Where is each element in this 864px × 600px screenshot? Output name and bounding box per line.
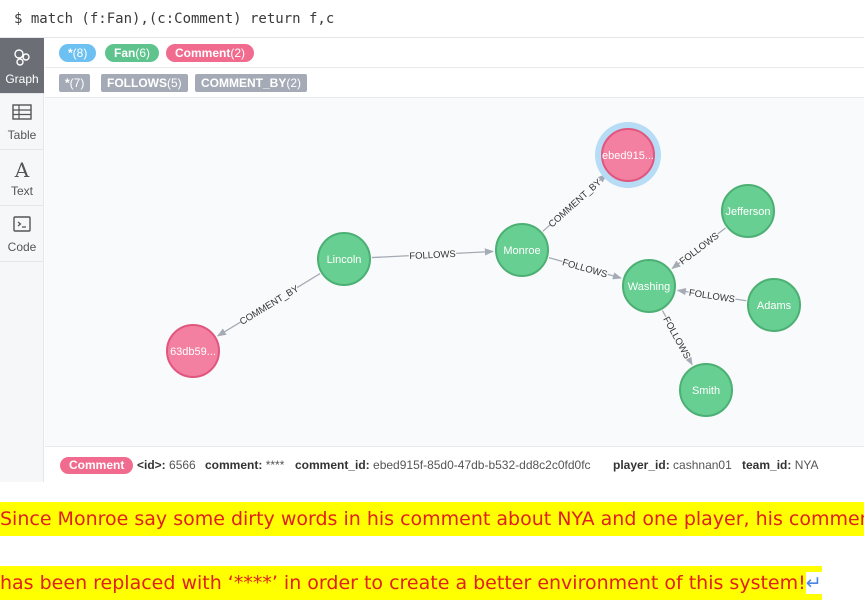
rel-type-follows[interactable]: FOLLOWS(5) [101,74,188,92]
sidebar-item-label: Text [10,184,33,198]
edge-label: COMMENT_BY [238,283,302,328]
node-smith[interactable]: Smith [679,363,733,417]
selected-node-label: Comment [60,457,134,474]
node-label: Adams [757,300,792,312]
node-lincoln[interactable]: Lincoln [317,232,371,286]
edge-label: FOLLOWS [561,257,609,280]
property-id: <id>: 6566 [137,458,196,472]
relationship-types-row: *(7) FOLLOWS(5) COMMENT_BY(2) [45,68,864,98]
property-team-id: team_id: NYA [742,458,819,472]
node-washing[interactable]: Washing [622,259,676,313]
edge-label: FOLLOWS [678,231,722,268]
node-c1[interactable]: ebed915... [595,122,661,188]
property-player-id: player_id: cashnan01 [613,458,732,472]
edge-label: COMMENT_BY [547,177,605,230]
result-panel: *(8) Fan(6) Comment(2) *(7) FOLLOWS(5) C… [45,38,864,482]
sidebar-item-label: Graph [5,72,39,86]
table-icon [0,103,44,125]
node-label: Lincoln [327,254,362,266]
view-sidebar: Graph Table A Text Code [0,38,44,482]
query-editor[interactable]: $ match (f:Fan),(c:Comment) return f,c [0,0,864,38]
text-icon: A [14,158,30,182]
node-adams[interactable]: Adams [747,278,801,332]
node-label: ebed915... [602,150,654,162]
property-comment-id: comment_id: ebed915f-85d0-47db-b532-dd8c… [295,458,591,472]
node-monroe[interactable]: Monroe [495,223,549,277]
graph-icon [0,47,44,69]
rel-type-all[interactable]: *(7) [59,74,91,92]
caption-line-2: has been replaced with ‘****’ in order t… [0,566,822,600]
node-label-fan[interactable]: Fan(6) [105,44,160,62]
sidebar-item-label: Code [7,240,37,254]
edge-label: FOLLOWS [660,315,692,361]
node-label: Monroe [503,245,540,257]
node-label-comment[interactable]: Comment(2) [166,44,255,62]
node-c2[interactable]: 63db59... [166,324,220,378]
code-icon [0,215,44,237]
caption-line-1: Since Monroe say some dirty words in his… [0,502,864,536]
sidebar-item-code[interactable]: Code [0,206,44,262]
node-jefferson[interactable]: Jefferson [721,184,775,238]
sidebar-item-label: Table [7,128,37,142]
node-label: Smith [692,385,720,397]
caption-line-2-text: has been replaced with ‘****’ in order t… [0,572,806,594]
edge-label: FOLLOWS [688,288,736,306]
node-label-all[interactable]: *(8) [59,44,97,62]
edge-label: FOLLOWS [409,249,456,262]
sidebar-item-graph[interactable]: Graph [0,38,44,94]
node-label: 63db59... [170,346,216,358]
graph-svg[interactable]: FOLLOWS FOLLOWS FOLLOWS FOLLOWS FOLLOWS COMME… [45,98,864,446]
rel-type-comment-by[interactable]: COMMENT_BY(2) [195,74,308,92]
property-comment: comment: **** [205,458,285,472]
node-label: Washing [628,281,670,293]
node-labels-row: *(8) Fan(6) Comment(2) [45,38,864,68]
sidebar-item-text[interactable]: A Text [0,150,44,206]
return-mark-icon: ↵ [805,572,822,594]
graph-canvas[interactable]: FOLLOWS FOLLOWS FOLLOWS FOLLOWS FOLLOWS COMME… [45,98,864,446]
node-label: Jefferson [725,206,770,218]
properties-bar: Comment <id>: 6566 comment: **** comment… [45,446,864,482]
sidebar-item-table[interactable]: Table [0,94,44,150]
